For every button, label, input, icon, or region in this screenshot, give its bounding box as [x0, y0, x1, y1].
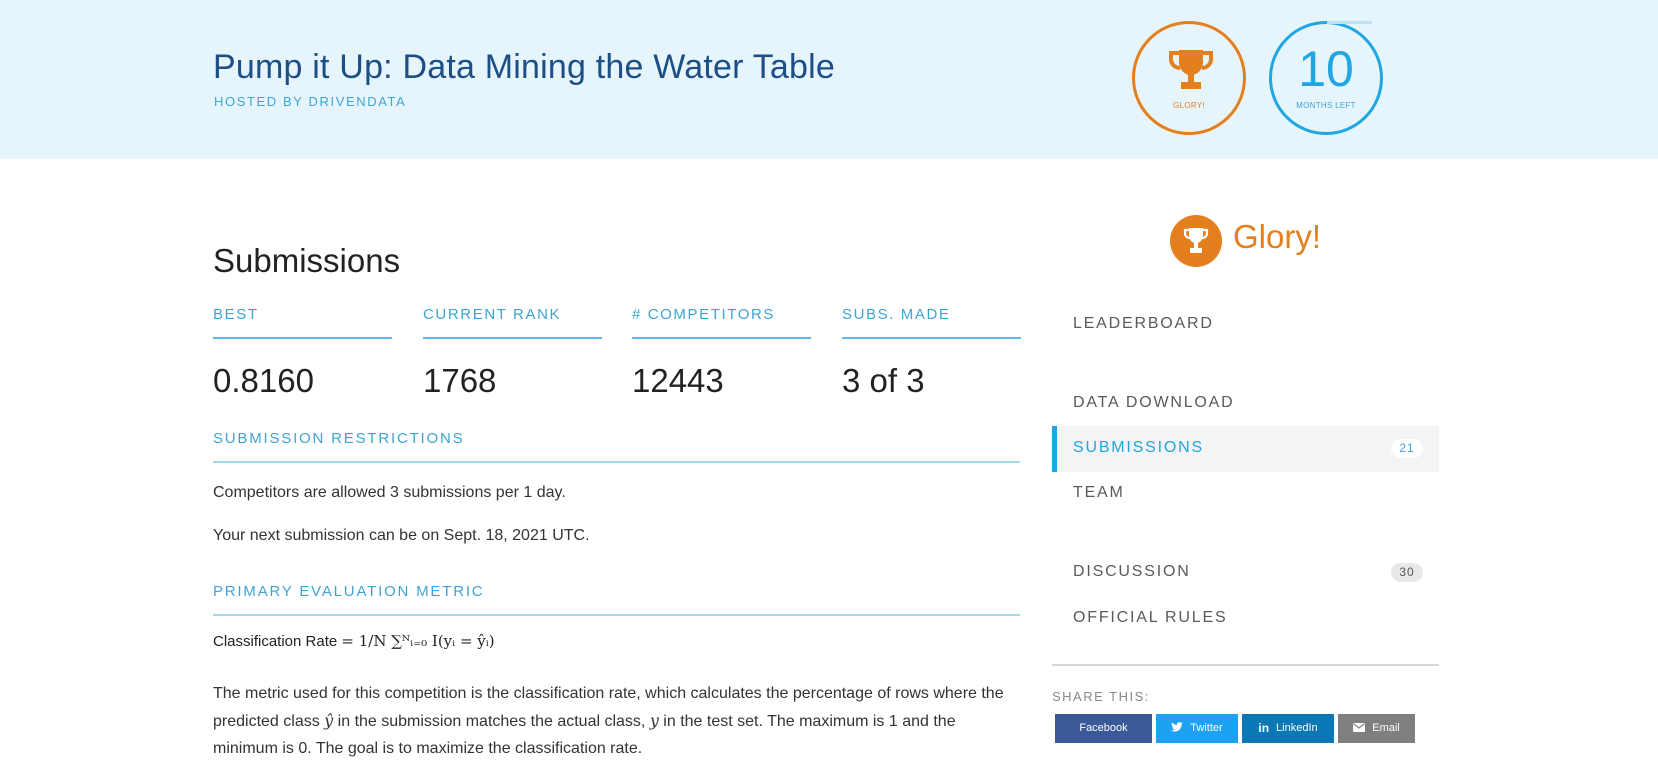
nav-submissions[interactable]: SUBMISSIONS 21 — [1052, 426, 1439, 472]
submissions-count-badge: 21 — [1391, 439, 1423, 458]
stat-divider — [632, 337, 811, 339]
stat-subs-made: SUBS. MADE 3 of 3 — [842, 306, 1021, 400]
nav-label: OFFICIAL RULES — [1073, 609, 1228, 626]
evaluation-metric-heading: PRIMARY EVALUATION METRIC — [213, 583, 485, 600]
formula-label: Classification Rate — [213, 633, 338, 650]
time-ring-gap — [1327, 21, 1372, 24]
prize-text: Glory! — [1233, 218, 1322, 255]
nav-label: DATA DOWNLOAD — [1073, 394, 1235, 411]
active-indicator — [1052, 426, 1057, 472]
share-facebook-label: Facebook — [1079, 722, 1128, 734]
nav-official-rules[interactable]: OFFICIAL RULES — [1052, 596, 1439, 642]
share-email-label: Email — [1372, 722, 1400, 734]
metric-description: The metric used for this competition is … — [213, 680, 1023, 762]
metric-description-part: in the submission matches the actual cla… — [333, 713, 650, 730]
nav-team[interactable]: TEAM — [1052, 471, 1439, 517]
months-left-number: 10 — [1298, 41, 1354, 97]
predicted-class-symbol: ŷ — [324, 711, 334, 730]
email-icon — [1353, 722, 1366, 732]
nav-data-download[interactable]: DATA DOWNLOAD — [1052, 381, 1439, 427]
share-divider — [1052, 664, 1439, 666]
time-remaining-circle: 10 MONTHS LEFT — [1269, 21, 1383, 135]
stat-label: # COMPETITORS — [632, 306, 776, 323]
formula-math: = 1/N ∑ᴺᵢ₌₀ I(yᵢ = ŷᵢ) — [341, 632, 495, 650]
trophy-icon — [1183, 228, 1209, 253]
share-facebook-button[interactable]: Facebook — [1055, 714, 1152, 743]
nav-label: DISCUSSION — [1073, 563, 1191, 580]
competition-host: HOSTED BY DRIVENDATA — [214, 94, 407, 109]
stat-divider — [842, 337, 1021, 339]
trophy-icon — [1169, 50, 1213, 89]
competition-header: Pump it Up: Data Mining the Water Table … — [0, 0, 1658, 159]
nav-leaderboard[interactable]: LEADERBOARD — [1052, 302, 1439, 348]
share-label: SHARE THIS: — [1052, 689, 1150, 704]
stat-value: 1768 — [423, 362, 497, 399]
stat-label: CURRENT RANK — [423, 306, 562, 323]
page-title: Submissions — [213, 242, 401, 279]
submission-restrictions-heading: SUBMISSION RESTRICTIONS — [213, 430, 465, 447]
stat-label: BEST — [213, 306, 259, 323]
stat-value: 0.8160 — [213, 362, 314, 399]
stat-label: SUBS. MADE — [842, 306, 951, 323]
metric-formula: Classification Rate = 1/N ∑ᴺᵢ₌₀ I(yᵢ = ŷ… — [213, 632, 495, 650]
share-email-button[interactable]: Email — [1338, 714, 1415, 743]
share-twitter-label: Twitter — [1190, 722, 1223, 734]
nav-discussion[interactable]: DISCUSSION 30 — [1052, 550, 1439, 596]
linkedin-icon: in — [1258, 721, 1270, 735]
share-twitter-button[interactable]: Twitter — [1156, 714, 1238, 743]
restrictions-divider — [213, 461, 1020, 463]
stat-value: 3 of 3 — [842, 362, 925, 399]
nav-label: LEADERBOARD — [1073, 315, 1214, 332]
nav-label: TEAM — [1073, 484, 1125, 501]
restrictions-daily-limit: Competitors are allowed 3 submissions pe… — [213, 484, 566, 501]
stat-value: 12443 — [632, 362, 724, 399]
months-left-label: MONTHS LEFT — [1296, 101, 1356, 110]
stat-divider — [213, 337, 392, 339]
metric-divider — [213, 614, 1020, 616]
prize-circle-label: GLORY! — [1173, 101, 1205, 110]
restrictions-next-submission: Your next submission can be on Sept. 18,… — [213, 527, 590, 544]
share-linkedin-button[interactable]: in LinkedIn — [1242, 714, 1334, 743]
nav-label: SUBMISSIONS — [1073, 439, 1204, 456]
stat-competitors: # COMPETITORS 12443 — [632, 306, 811, 400]
prize-circle: GLORY! — [1132, 21, 1246, 135]
stat-divider — [423, 337, 602, 339]
discussion-count-badge: 30 — [1391, 563, 1423, 582]
share-linkedin-label: LinkedIn — [1276, 722, 1318, 734]
glory-trophy-badge — [1170, 215, 1222, 267]
actual-class-symbol: y — [649, 711, 659, 730]
stat-best: BEST 0.8160 — [213, 306, 392, 400]
stat-current-rank: CURRENT RANK 1768 — [423, 306, 602, 400]
competition-title[interactable]: Pump it Up: Data Mining the Water Table — [213, 48, 835, 87]
twitter-icon — [1171, 722, 1184, 732]
